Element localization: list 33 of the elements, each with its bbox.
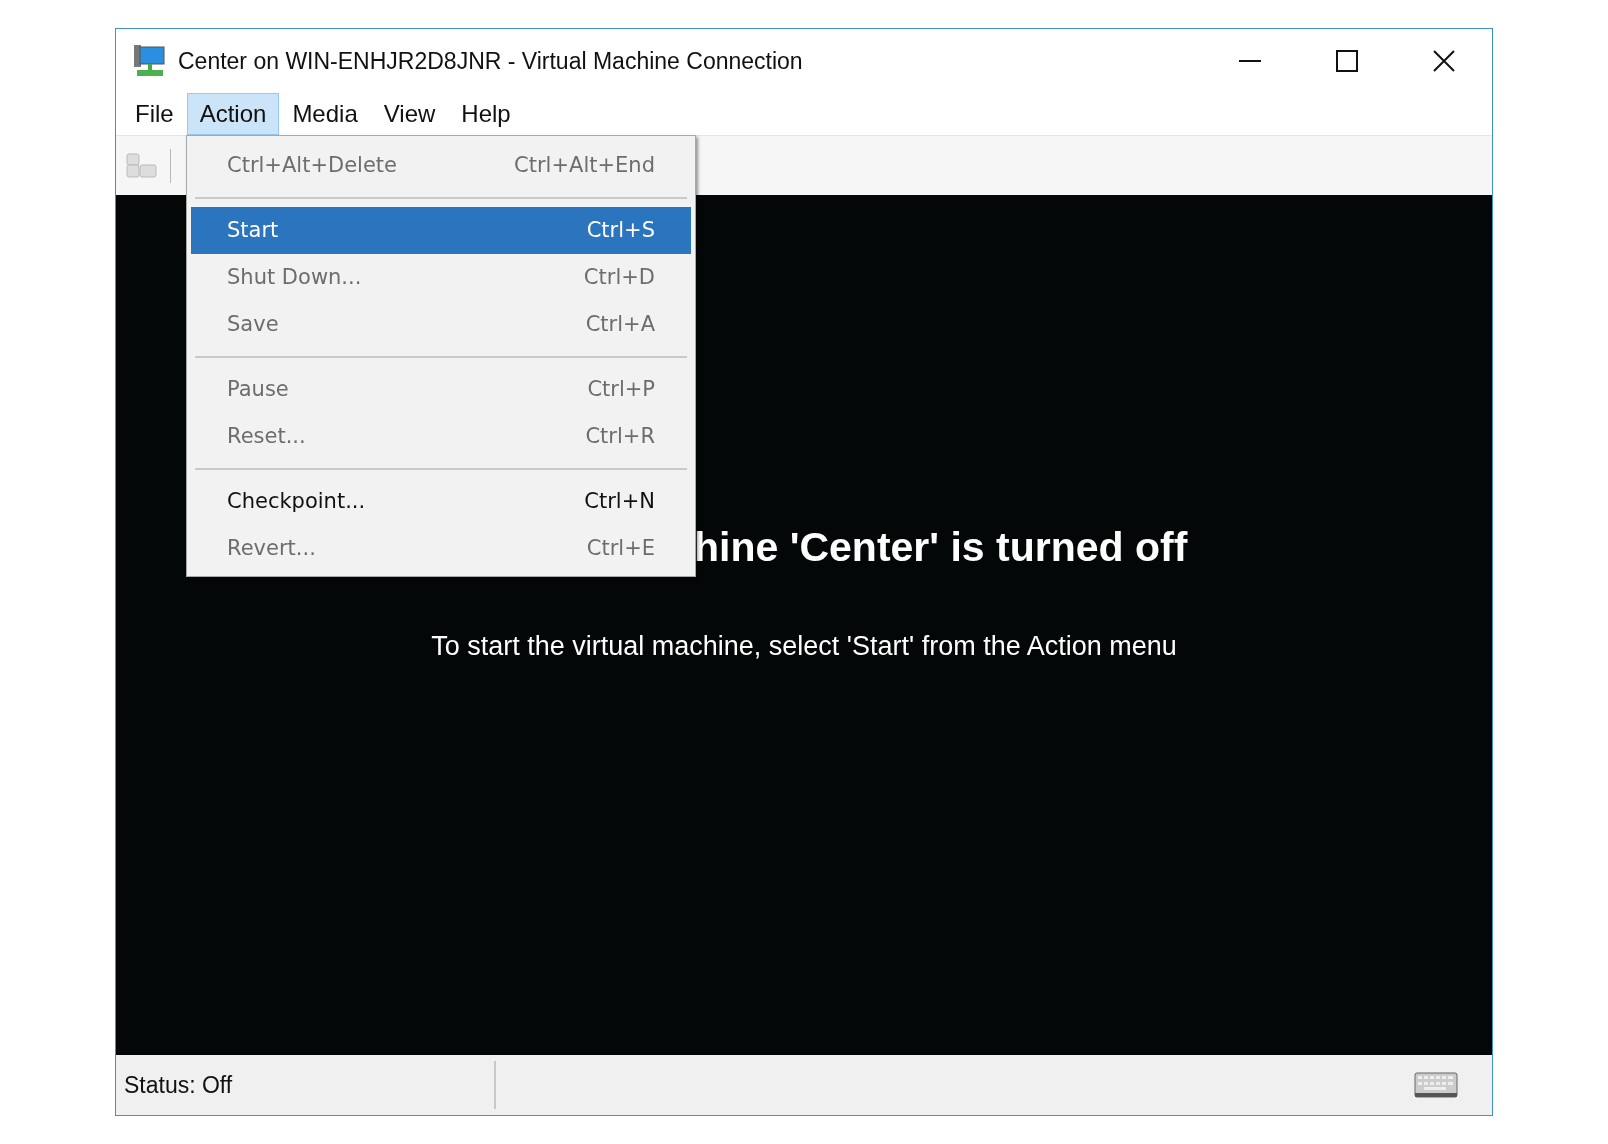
- keyboard-icon[interactable]: [1414, 1071, 1458, 1099]
- shortcut-text: Ctrl+E: [586, 534, 655, 562]
- entry-label: Checkpoint...: [227, 487, 366, 515]
- shortcut-text: Ctrl+N: [584, 487, 655, 515]
- close-icon: [1432, 50, 1455, 72]
- maximize-icon: [1335, 50, 1358, 72]
- entry-label: Ctrl+Alt+Delete: [227, 151, 397, 179]
- window-title: Center on WIN-ENHJR2D8JNR - Virtual Machine Connection: [178, 46, 803, 76]
- menu-entry[interactable]: Start Ctrl+S: [191, 207, 691, 254]
- shortcut-text: Ctrl+D: [583, 263, 655, 291]
- entry-label: Start: [227, 216, 279, 244]
- monitor-icon: [132, 44, 166, 78]
- status-text: Status: Off: [123, 1070, 234, 1100]
- menu-item[interactable]: File: [122, 93, 187, 135]
- entry-label: Pause: [227, 375, 289, 403]
- shortcut-text: Ctrl+S: [586, 216, 655, 244]
- screen-message: To start the virtual machine, select 'Start' from the Action menu: [430, 630, 1178, 664]
- keys-icon[interactable]: [126, 152, 158, 179]
- shortcut-text: Ctrl+A: [585, 310, 655, 338]
- entry-label: Reset...: [227, 422, 306, 450]
- entry-label: Revert...: [227, 534, 316, 562]
- entry-label: Shut Down...: [227, 263, 362, 291]
- menu-item[interactable]: Help: [448, 93, 524, 135]
- menu-entry[interactable]: Checkpoint... Ctrl+N: [191, 478, 691, 525]
- menu-item[interactable]: Media: [279, 93, 371, 135]
- menu-item[interactable]: Action: [186, 93, 280, 135]
- shortcut-text: Ctrl+P: [587, 375, 655, 403]
- shortcut-text: Ctrl+R: [585, 422, 655, 450]
- menu-item[interactable]: View: [370, 93, 449, 135]
- shortcut-text: Ctrl+Alt+End: [514, 151, 655, 179]
- minimize-icon: [1238, 60, 1261, 62]
- screen-heading: hine 'Center' is turned off: [694, 525, 1188, 571]
- entry-label: Save: [227, 310, 279, 338]
